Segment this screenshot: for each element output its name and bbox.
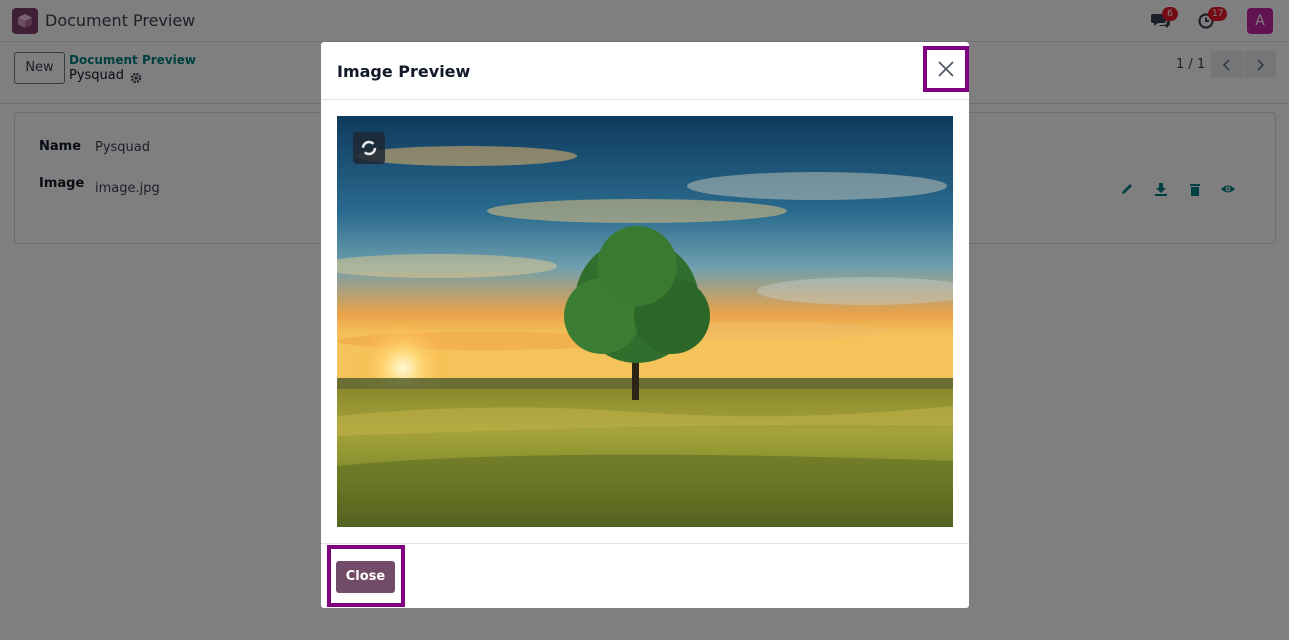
image-preview-dialog: Image Preview Close [321, 42, 969, 608]
close-icon [938, 61, 954, 77]
modal-footer: Close [321, 543, 969, 608]
modal-body [321, 100, 969, 543]
modal-header: Image Preview [321, 42, 969, 100]
modal-close-x-button[interactable] [923, 46, 969, 92]
modal-title: Image Preview [337, 62, 471, 81]
preview-image [337, 116, 953, 527]
close-button[interactable]: Close [336, 561, 395, 593]
image-loading-icon [353, 132, 385, 164]
